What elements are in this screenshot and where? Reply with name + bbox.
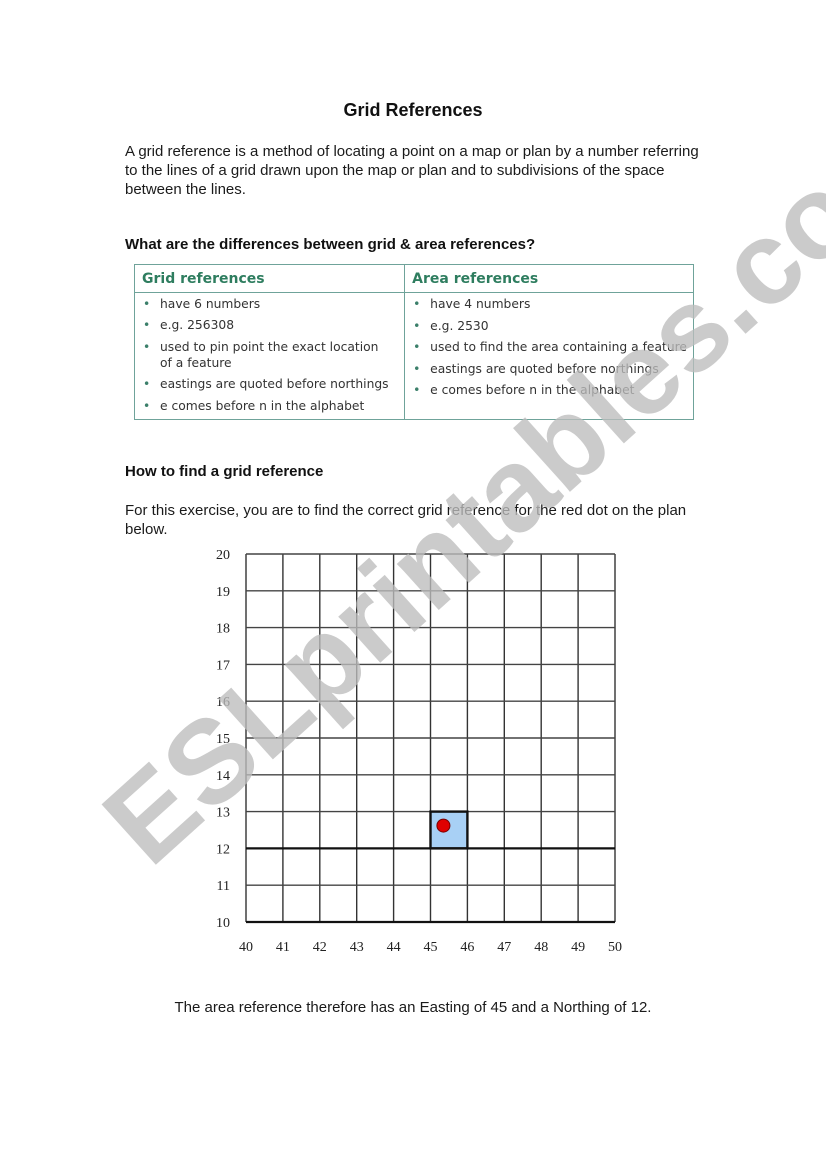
highlight-layer bbox=[430, 811, 468, 849]
easting-label: 46 bbox=[460, 940, 474, 955]
easting-label: 49 bbox=[571, 940, 585, 955]
differences-heading: What are the differences between grid & … bbox=[125, 236, 536, 253]
grid-plan: 10 11 12 13 14 15 16 17 18 19 20 40 41 42 43 44 45 46 47 48… bbox=[216, 548, 622, 955]
list-item: eastings are quoted before northings bbox=[141, 376, 398, 392]
area-references-column: Area references have 4 numbers e.g. 2530… bbox=[404, 265, 693, 419]
highlighted-square bbox=[430, 811, 468, 849]
list-item: have 6 numbers bbox=[141, 296, 398, 312]
grid-references-column: Grid references have 6 numbers e.g. 2563… bbox=[135, 265, 405, 420]
column-header: Area references bbox=[405, 265, 693, 293]
list-item: used to pin point the exact location of … bbox=[141, 339, 385, 371]
list-item: have 4 numbers bbox=[411, 296, 687, 312]
easting-label: 40 bbox=[239, 940, 253, 955]
comparison-table: Grid references have 6 numbers e.g. 2563… bbox=[134, 264, 694, 420]
list-item: e comes before n in the alphabet bbox=[411, 382, 687, 398]
list-item: e.g. 256308 bbox=[141, 317, 398, 333]
northing-label: 19 bbox=[216, 585, 230, 600]
list-item: used to find the area containing a featu… bbox=[411, 339, 687, 355]
northing-label: 10 bbox=[216, 916, 230, 931]
easting-label: 48 bbox=[534, 940, 548, 955]
grid-lines bbox=[245, 553, 616, 924]
northing-label: 13 bbox=[216, 806, 230, 821]
easting-label: 50 bbox=[608, 940, 622, 955]
northing-label: 20 bbox=[216, 548, 230, 563]
exercise-paragraph: For this exercise, you are to find the c… bbox=[125, 502, 687, 538]
easting-label: 42 bbox=[313, 940, 327, 955]
northing-label: 16 bbox=[216, 695, 230, 710]
page-title: Grid References bbox=[343, 100, 483, 120]
northing-label: 11 bbox=[217, 879, 230, 894]
northing-label: 18 bbox=[216, 622, 230, 637]
bullet-list: have 6 numbers e.g. 256308 used to pin p… bbox=[135, 293, 404, 420]
easting-label: 41 bbox=[276, 940, 290, 955]
column-header: Grid references bbox=[135, 265, 405, 293]
easting-label: 43 bbox=[350, 940, 364, 955]
list-item: e.g. 2530 bbox=[411, 318, 687, 334]
axis-labels: 10 11 12 13 14 15 16 17 18 19 20 40 41 42 43 44 45 46 47 48… bbox=[216, 548, 622, 955]
easting-label: 45 bbox=[424, 940, 438, 955]
howto-heading: How to find a grid reference bbox=[125, 463, 324, 480]
northing-label: 15 bbox=[216, 732, 230, 747]
intro-paragraph: A grid reference is a method of locating… bbox=[125, 143, 699, 198]
northing-label: 17 bbox=[216, 658, 230, 673]
northing-label: 14 bbox=[216, 769, 230, 784]
easting-label: 47 bbox=[497, 940, 511, 955]
list-item: e comes before n in the alphabet bbox=[141, 398, 398, 414]
list-item: eastings are quoted before northings bbox=[411, 361, 687, 377]
northing-label: 12 bbox=[216, 842, 230, 857]
bullet-list: have 4 numbers e.g. 2530 used to find th… bbox=[405, 293, 693, 404]
marks-layer bbox=[436, 818, 451, 833]
easting-label: 44 bbox=[387, 940, 401, 955]
red-dot bbox=[436, 818, 451, 833]
conclusion-text: The area reference therefore has an East… bbox=[174, 999, 652, 1016]
